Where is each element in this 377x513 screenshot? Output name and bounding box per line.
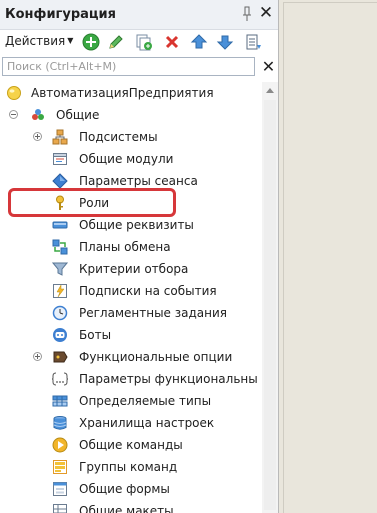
common-commands-icon	[52, 437, 68, 453]
session-params-icon	[52, 173, 68, 189]
delete-icon[interactable]	[163, 33, 181, 51]
move-down-icon[interactable]	[216, 33, 234, 51]
tree-item-functional-options[interactable]: Функциональные опции	[0, 346, 262, 368]
add-icon[interactable]	[82, 33, 100, 51]
defined-types-icon	[52, 393, 68, 409]
tree-item-label: Подсистемы	[79, 130, 158, 144]
workspace-area	[279, 0, 377, 513]
tree-item-bots[interactable]: Боты	[0, 324, 262, 346]
tree-item-common-attributes[interactable]: Общие реквизиты	[0, 214, 262, 236]
search-row: ✕	[0, 56, 278, 79]
tree-item-label: Критерии отбора	[79, 262, 189, 276]
tree-item-defined-types[interactable]: Определяемые типы	[0, 390, 262, 412]
expand-icon[interactable]	[33, 132, 42, 141]
panel-toolbar: Действия ▼	[0, 30, 278, 56]
tree-item-scheduled-jobs[interactable]: Регламентные задания	[0, 302, 262, 324]
common-modules-icon	[52, 151, 68, 167]
tree-root-label: АвтоматизацияПредприятия	[31, 86, 214, 100]
tree-group-label: Общие	[56, 108, 100, 122]
collapse-icon[interactable]	[9, 110, 18, 119]
tree-item-label: Параметры функциональны	[79, 372, 258, 386]
roles-icon	[52, 195, 68, 211]
configuration-tree: АвтоматизацияПредприятия Общие Подсистем…	[0, 82, 262, 513]
filter-criteria-icon	[51, 261, 69, 277]
tree-scrollbar[interactable]	[262, 82, 278, 513]
tree-item-common-forms[interactable]: Общие формы	[0, 478, 262, 500]
expand-icon[interactable]	[33, 352, 42, 361]
scheduled-jobs-icon	[52, 305, 68, 321]
tree-item-common-commands[interactable]: Общие команды	[0, 434, 262, 456]
actions-menu-label: Действия	[5, 34, 66, 48]
functional-params-icon	[51, 371, 69, 387]
panel-title: Конфигурация	[5, 7, 116, 22]
tree-item-command-groups[interactable]: Группы команд	[0, 456, 262, 478]
event-subscriptions-icon	[52, 283, 68, 299]
settings-storages-icon	[52, 415, 68, 431]
tree-item-label: Подписки на события	[79, 284, 217, 298]
bots-icon	[52, 327, 68, 343]
copy-add-icon[interactable]	[135, 33, 153, 51]
tree-item-label: Общие модули	[79, 152, 174, 166]
scroll-track[interactable]	[264, 100, 276, 510]
tree-item-label: Роли	[79, 196, 110, 210]
close-icon[interactable]: ✕	[258, 4, 274, 22]
edit-icon[interactable]	[107, 33, 125, 51]
subsystems-icon	[52, 129, 68, 145]
panel-titlebar: Конфигурация ✕	[0, 0, 278, 30]
common-templates-icon	[52, 503, 68, 513]
pin-icon[interactable]	[241, 6, 253, 22]
exchange-plans-icon	[52, 239, 68, 255]
tree-item-functional-params[interactable]: Параметры функциональны	[0, 368, 262, 390]
search-input[interactable]	[2, 57, 255, 76]
tree-item-common-templates[interactable]: Общие макеты	[0, 500, 262, 513]
tree-item-label: Группы команд	[79, 460, 178, 474]
tree-item-label: Общие формы	[79, 482, 170, 496]
chevron-down-icon: ▼	[67, 36, 74, 45]
configuration-panel: Конфигурация ✕ Действия ▼ Поиск (Ctrl+Al…	[0, 0, 279, 513]
functional-options-icon	[52, 349, 68, 365]
tree-root[interactable]: АвтоматизацияПредприятия	[0, 82, 262, 104]
tree-item-label: Общие команды	[79, 438, 183, 452]
tree-item-settings-storages[interactable]: Хранилища настроек	[0, 412, 262, 434]
common-group-icon	[30, 107, 46, 123]
common-attributes-icon	[52, 217, 68, 233]
tree-item-label: Боты	[79, 328, 112, 342]
tree-item-label: Определяемые типы	[79, 394, 212, 408]
tree-item-filter-criteria[interactable]: Критерии отбора	[0, 258, 262, 280]
move-up-icon[interactable]	[190, 33, 208, 51]
tree-item-label: Параметры сеанса	[79, 174, 198, 188]
tree-item-label: Общие реквизиты	[79, 218, 194, 232]
tree-item-event-subscriptions[interactable]: Подписки на события	[0, 280, 262, 302]
clear-search-icon[interactable]: ✕	[260, 57, 277, 77]
tree-item-session-params[interactable]: Параметры сеанса	[0, 170, 262, 192]
tree-item-label: Планы обмена	[79, 240, 171, 254]
workspace-inner	[283, 2, 377, 513]
tree-item-common-modules[interactable]: Общие модули	[0, 148, 262, 170]
common-forms-icon	[52, 481, 68, 497]
command-groups-icon	[52, 459, 68, 475]
configuration-root-icon	[6, 85, 22, 101]
tree-item-label: Регламентные задания	[79, 306, 227, 320]
scroll-up-icon[interactable]	[262, 82, 278, 98]
tree-item-label: Общие макеты	[79, 504, 174, 513]
tree-item-exchange-plans[interactable]: Планы обмена	[0, 236, 262, 258]
tree-item-label: Функциональные опции	[79, 350, 233, 364]
actions-menu-button[interactable]: Действия ▼	[5, 34, 73, 48]
tree-item-subsystems[interactable]: Подсистемы	[0, 126, 262, 148]
tree-item-label: Хранилища настроек	[79, 416, 215, 430]
app-window: Конфигурация ✕ Действия ▼ Поиск (Ctrl+Al…	[0, 0, 377, 513]
tree-group-common[interactable]: Общие	[0, 104, 262, 126]
tree-item-roles[interactable]: Роли	[0, 192, 262, 214]
sort-list-icon[interactable]	[244, 33, 262, 51]
